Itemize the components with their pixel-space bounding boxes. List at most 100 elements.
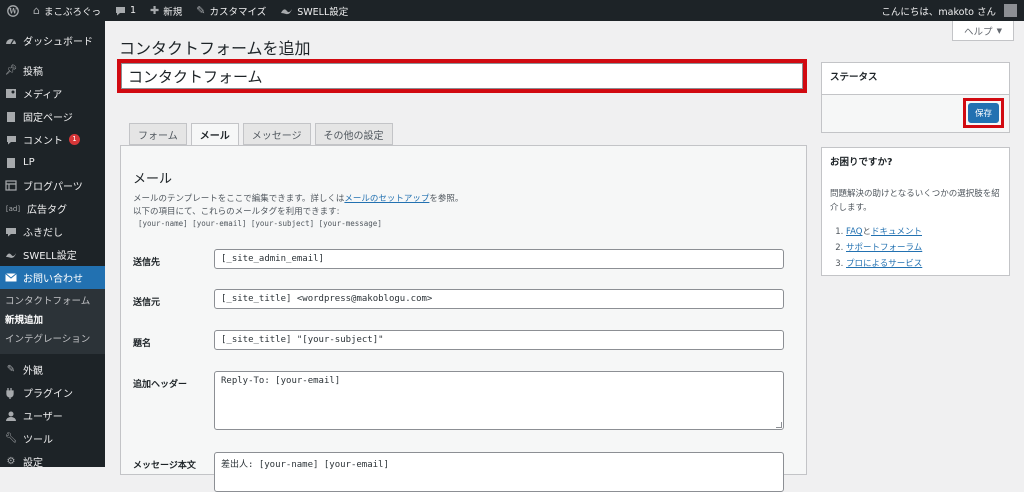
tab-other-settings[interactable]: その他の設定 — [314, 123, 393, 145]
sidebar-item-pages[interactable]: 固定ページ — [0, 105, 105, 128]
sidebar-label: ユーザー — [23, 412, 63, 423]
mail-panel: メール メールのテンプレートをここで編集できます。詳しくはメールのセットアップを… — [120, 145, 807, 492]
customize-label: カスタマイズ — [209, 6, 267, 18]
sidebar-label: LP — [23, 157, 35, 168]
sidebar-item-lp[interactable]: LP — [0, 151, 105, 174]
swell-icon — [280, 6, 293, 16]
new-content-link[interactable]: ✚ 新規 — [143, 0, 189, 21]
media-icon — [5, 88, 17, 100]
sidebar-item-media[interactable]: メディア — [0, 82, 105, 105]
settings-icon: ⚙ — [6, 456, 16, 467]
docs-link[interactable]: ドキュメント — [871, 227, 922, 237]
sidebar-item-swell-settings[interactable]: SWELL設定 — [0, 243, 105, 266]
additional-headers-field[interactable]: Reply-To: [your-email] — [214, 371, 784, 430]
customize-link[interactable]: ✎ カスタマイズ — [189, 0, 273, 21]
subject-field[interactable]: [_site_title] "[your-subject]" — [214, 330, 784, 350]
blocks-icon — [5, 180, 17, 192]
field-label-body: メッセージ本文 — [133, 461, 196, 471]
help-box-text: 問題解決の助けとなるいくつかの選択肢を紹介します。 — [830, 189, 1000, 213]
pro-services-link[interactable]: プロによるサービス — [846, 259, 922, 269]
wrench-icon: 🔧︎ — [4, 433, 18, 444]
sidebar-item-appearance[interactable]: ✎ 外観 — [0, 358, 105, 381]
list-item: FAQとドキュメント — [846, 224, 1001, 240]
mail-setup-link[interactable]: メールのセットアップ — [344, 194, 429, 204]
admin-bar: W ⌂ まこぶろぐっ 1 ✚ 新規 ✎ カスタマイズ SWELL設定 こんにちは… — [0, 0, 1024, 21]
plugin-icon — [5, 387, 17, 399]
sidebar-label: 投稿 — [23, 67, 43, 78]
headers-value: Reply-To: [your-email] — [221, 376, 341, 386]
list-item: サポートフォーラム — [846, 240, 1001, 256]
sidebar-label: SWELL設定 — [23, 251, 77, 262]
sidebar-item-tools[interactable]: 🔧︎ ツール — [0, 427, 105, 450]
submenu-add-new[interactable]: 新規追加 — [0, 311, 105, 330]
sidebar-item-users[interactable]: ユーザー — [0, 404, 105, 427]
avatar — [1004, 4, 1017, 17]
desc-text: メールのテンプレートをここで編集できます。詳しくは — [133, 194, 345, 204]
swell-settings-link[interactable]: SWELL設定 — [273, 0, 355, 21]
swell-label: SWELL設定 — [297, 6, 349, 18]
dashboard-icon — [5, 35, 17, 47]
tab-messages[interactable]: メッセージ — [242, 123, 311, 145]
panel-heading: メール — [133, 172, 173, 187]
wordpress-logo[interactable]: W — [0, 0, 26, 21]
help-tab-button[interactable]: ヘルプ ▼ — [952, 21, 1014, 41]
sidebar-label: 広告タグ — [27, 205, 67, 216]
sidebar-label: メディア — [23, 90, 63, 101]
sidebar-item-contact[interactable]: お問い合わせ — [0, 266, 105, 289]
comments-count: 1 — [130, 5, 137, 16]
chevron-down-icon: ▼ — [996, 26, 1002, 35]
comment-icon — [115, 6, 126, 16]
sidebar-label: ツール — [23, 435, 53, 446]
site-name-link[interactable]: ⌂ まこぶろぐっ — [26, 0, 108, 21]
sidebar-item-comments[interactable]: コメント 1 — [0, 128, 105, 151]
comments-link[interactable]: 1 — [108, 0, 143, 21]
editor-tabs: フォーム メール メッセージ その他の設定 — [129, 123, 393, 146]
tab-mail[interactable]: メール — [190, 123, 239, 146]
faq-link[interactable]: FAQ — [846, 227, 862, 237]
sidebar-item-blog-parts[interactable]: ブログパーツ — [0, 174, 105, 197]
to-field[interactable]: [_site_admin_email] — [214, 249, 784, 269]
sidebar-item-dashboard[interactable]: ダッシュボード — [0, 29, 105, 52]
help-tab-label: ヘルプ — [964, 26, 993, 38]
save-highlight-frame: 保存 — [963, 98, 1004, 128]
help-box: お困りですか? 問題解決の助けとなるいくつかの選択肢を紹介します。 FAQとドキ… — [821, 147, 1010, 276]
admin-sidebar: ダッシュボード 📌︎ 投稿 メディア 固定ページ コメント 1 LP ブログパー… — [0, 21, 105, 469]
plus-icon: ✚ — [150, 4, 160, 17]
sidebar-item-ad-tag[interactable]: [ad] 広告タグ — [0, 197, 105, 220]
sidebar-label: ブログパーツ — [23, 182, 83, 193]
page-title: コンタクトフォームを追加 — [119, 39, 311, 58]
tab-form[interactable]: フォーム — [129, 123, 187, 145]
submenu-contact-forms[interactable]: コンタクトフォーム — [0, 292, 105, 311]
my-account-link[interactable]: こんにちは、makoto さん — [874, 0, 1024, 21]
sidebar-label: ダッシュボード — [23, 37, 93, 48]
message-body-field[interactable]: 差出人: [your-name] [your-email] — [214, 452, 784, 492]
form-title-input[interactable] — [121, 63, 803, 89]
svg-text:W: W — [8, 6, 17, 15]
field-label-to: 送信先 — [133, 258, 161, 268]
sidebar-item-plugins[interactable]: プラグイン — [0, 381, 105, 404]
site-name: まこぶろぐっ — [43, 6, 101, 18]
body-value: 差出人: [your-name] [your-email] — [221, 460, 389, 470]
save-button[interactable]: 保存 — [968, 103, 999, 123]
wordpress-icon: W — [7, 4, 19, 17]
comment-count-badge: 1 — [69, 134, 80, 145]
sidebar-item-settings[interactable]: ⚙ 設定 — [0, 450, 105, 473]
swell-icon — [5, 249, 17, 261]
from-field[interactable]: [_site_title] <wordpress@makoblogu.com> — [214, 289, 784, 309]
sidebar-item-posts[interactable]: 📌︎ 投稿 — [0, 59, 105, 82]
support-forum-link[interactable]: サポートフォーラム — [846, 243, 922, 253]
field-label-subject: 題名 — [133, 339, 152, 349]
comment-icon — [5, 134, 17, 146]
pin-icon: 📌︎ — [4, 65, 18, 76]
submenu-integration[interactable]: インテグレーション — [0, 330, 105, 349]
conjunction: と — [862, 227, 871, 237]
sidebar-label: 外観 — [23, 366, 43, 377]
mail-tags-list: [your-name] [your-email] [your-subject] … — [138, 219, 382, 228]
resize-handle-icon[interactable] — [776, 422, 782, 428]
brush-icon: ✎ — [6, 364, 16, 375]
status-box-title: ステータス — [822, 63, 1009, 95]
mail-tags-description: 以下の項目にて、これらのメールタグを利用できます: — [133, 207, 340, 217]
greeting: こんにちは、makoto さん — [881, 6, 996, 18]
status-box-actions: 保存 — [822, 95, 1009, 132]
sidebar-item-balloon[interactable]: ふきだし — [0, 220, 105, 243]
